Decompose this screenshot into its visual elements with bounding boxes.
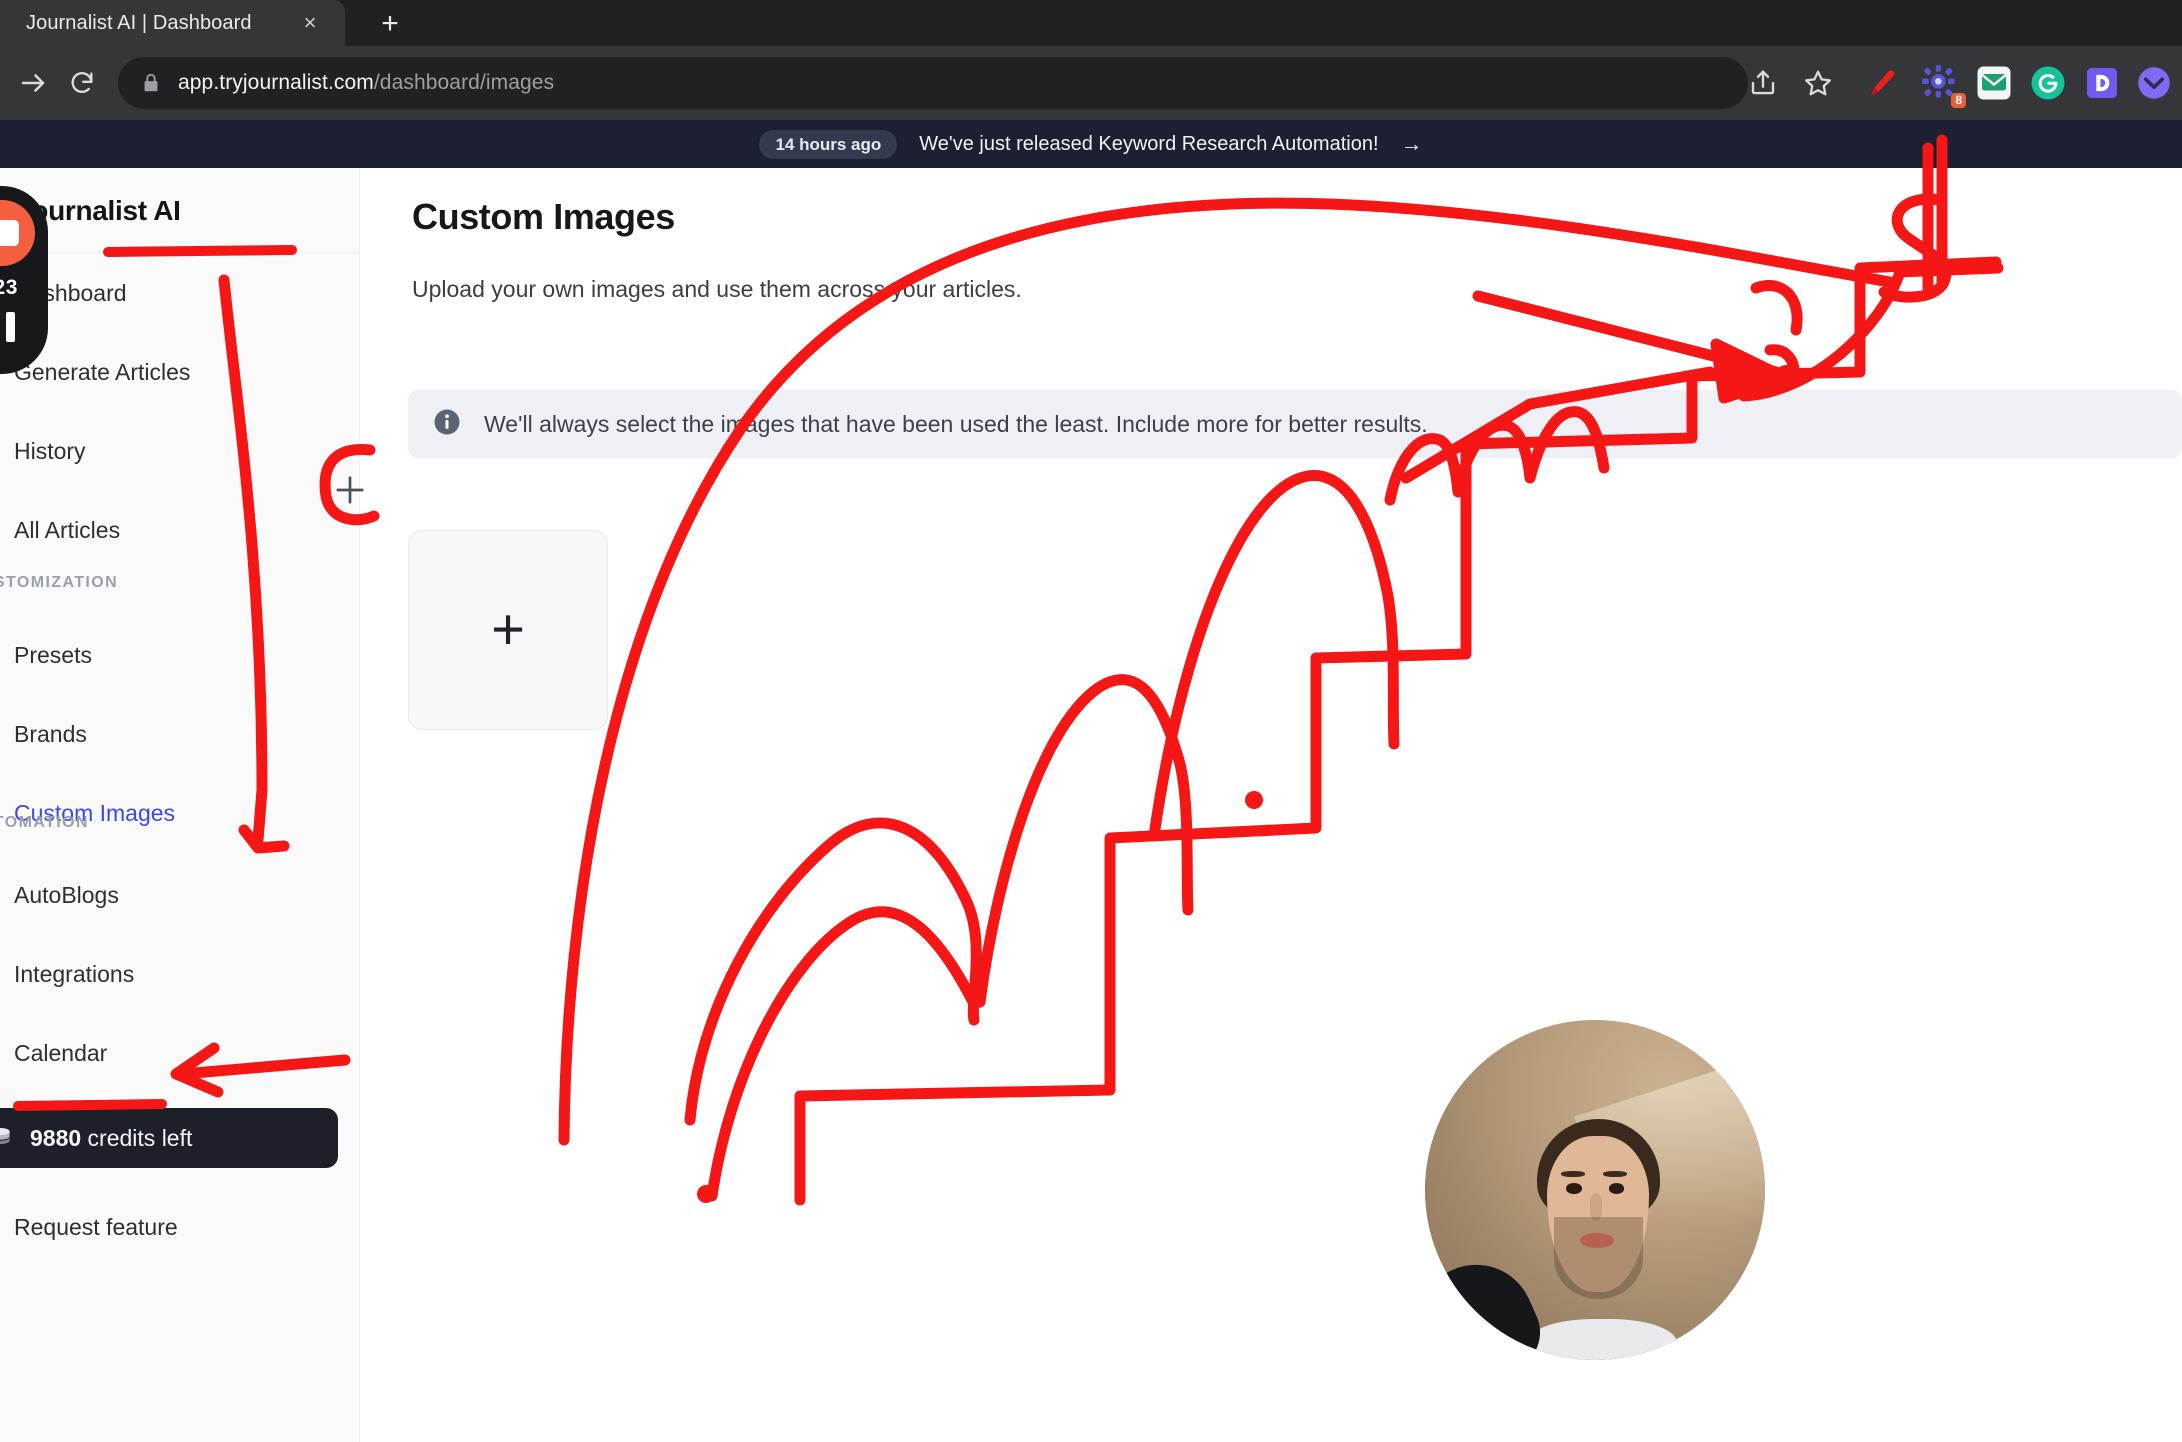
sidebar-item-autoblogs[interactable]: AutoBlogs [0,856,360,935]
share-icon[interactable] [1745,65,1781,101]
nav-primary: Dashboard Generate Articles History All … [0,254,360,570]
sidebar-item-presets[interactable]: Presets [0,616,360,695]
stop-square-icon [0,220,19,246]
credits-amount: 9880 [30,1124,82,1151]
announcement-time-badge: 14 hours ago [759,129,898,159]
extension-badge-count: 8 [1951,92,1966,108]
red-pen-extension-icon[interactable] [1862,63,1902,103]
close-icon[interactable]: × [297,10,323,36]
sidebar-item-label: History [14,438,86,464]
address-bar[interactable]: app.tryjournalist.com/dashboard/images [118,57,1748,109]
sidebar-item-label: Integrations [14,961,135,987]
sidebar-item-request-feature[interactable]: Request feature [0,1188,360,1267]
page-subtitle: Upload your own images and use them acro… [412,276,1022,302]
plus-icon: + [491,597,525,662]
sidebar-item-label: Generate Articles [14,359,191,385]
nav-automation: AutoBlogs Integrations Calendar [0,856,360,1093]
webcam-bubble[interactable] [1425,1020,1765,1360]
sidebar-item-history[interactable]: History [0,412,360,491]
url-text: app.tryjournalist.com/dashboard/images [178,71,554,95]
mail-extension-icon[interactable] [1974,63,2014,103]
cursor-crosshair-icon [336,476,364,504]
credits-text: 9880 credits left [30,1125,192,1152]
sidebar-item-label: Presets [14,642,92,668]
webcam-eye-left [1566,1183,1582,1194]
url-path: /dashboard/images [373,71,555,94]
url-host: app.tryjournalist.com [178,71,374,94]
bookmark-star-icon[interactable] [1800,65,1836,101]
sidebar-section-customization: CUSTOMIZATION [0,574,119,591]
gear-extension-icon[interactable]: 8 [1918,61,1966,108]
pause-recording-icon[interactable] [0,312,15,342]
webcam-eye-right [1608,1183,1625,1194]
tab-strip: Journalist AI | Dashboard × + [0,0,2182,46]
browser-tab[interactable]: Journalist AI | Dashboard × [0,0,345,46]
sidebar-item-calendar[interactable]: Calendar [0,1014,360,1093]
sidebar-item-all-articles[interactable]: All Articles [0,491,360,570]
credits-badge[interactable]: 9880 credits left [0,1108,338,1168]
arrow-right-icon[interactable]: → [1401,133,1423,155]
webcam-mouth [1579,1232,1614,1249]
dashlane-extension-icon[interactable] [2082,63,2122,103]
sidebar-item-label: Brands [14,721,87,747]
announcement-bar[interactable]: 14 hours ago We've just released Keyword… [0,120,2182,168]
recording-timer: :23 [0,276,18,299]
page-title: Custom Images [412,196,675,237]
webcam-shirt [1527,1319,1677,1360]
browser-chrome: Journalist AI | Dashboard × + app.tryjou… [0,0,2182,120]
webcam-eyebrow-left [1561,1170,1586,1178]
coins-icon [0,1123,14,1154]
new-tab-button[interactable]: + [367,7,413,41]
tab-title: Journalist AI | Dashboard [26,11,252,34]
webcam-eyebrow-right [1602,1170,1628,1178]
sidebar-item-label: Request feature [14,1214,178,1240]
sidebar-item-label: Calendar [14,1040,108,1066]
reload-icon[interactable] [58,59,106,107]
announcement-message: We've just released Keyword Research Aut… [919,132,1379,155]
main-content: Custom Images Upload your own images and… [360,168,2182,1442]
credits-section: 9880 credits left [0,1108,360,1168]
browser-menu-icon[interactable] [2172,63,2182,103]
credits-suffix: credits left [81,1124,193,1151]
sidebar-item-dashboard[interactable]: Dashboard [0,254,360,333]
sidebar-item-label: AutoBlogs [14,882,119,908]
app-shell: Journalist AI Dashboard Generate Article… [0,168,2182,1442]
sidebar-section-automation: AUTOMATION [0,814,89,831]
webcam-beard [1554,1217,1643,1299]
browser-toolbar: app.tryjournalist.com/dashboard/images 8 [0,46,2182,120]
lock-icon [140,72,162,94]
sidebar-item-integrations[interactable]: Integrations [0,935,360,1014]
sidebar: Journalist AI Dashboard Generate Article… [0,168,360,1442]
brand-logo[interactable]: Journalist AI [0,168,360,254]
grammarly-extension-icon[interactable] [2028,63,2068,103]
sidebar-item-generate-articles[interactable]: Generate Articles [0,333,360,412]
sidebar-item-brands[interactable]: Brands [0,695,360,774]
pocket-extension-icon[interactable] [2134,63,2174,103]
forward-arrow-icon[interactable] [9,59,57,107]
info-icon [432,407,462,442]
nav-footer: Request feature [0,1188,360,1267]
upload-image-tile[interactable]: + [408,530,608,730]
screen-recorder-widget[interactable]: :23 [0,186,48,374]
sidebar-item-label: All Articles [14,517,121,543]
info-banner: We'll always select the images that have… [408,390,2182,458]
info-text: We'll always select the images that have… [484,410,1428,437]
stop-recording-icon[interactable] [0,200,35,266]
